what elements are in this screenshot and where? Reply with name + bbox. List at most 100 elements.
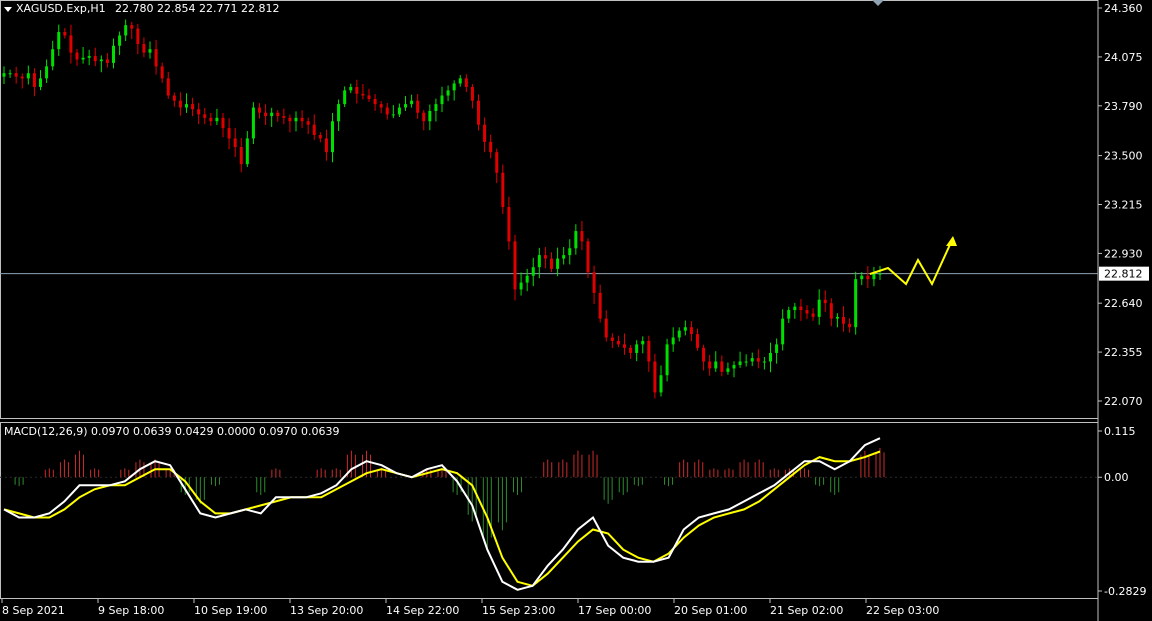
candle-body bbox=[300, 117, 304, 122]
candle-body bbox=[130, 25, 134, 29]
candle-body bbox=[738, 361, 742, 365]
candle-body bbox=[99, 59, 103, 62]
macd-tick-label: -0.2829 bbox=[1104, 585, 1146, 598]
candle-body bbox=[270, 112, 274, 117]
price-tick-label: 23.215 bbox=[1104, 199, 1143, 212]
price-tick-label: 24.360 bbox=[1104, 2, 1143, 15]
candle-body bbox=[373, 98, 377, 105]
candle-body bbox=[397, 107, 401, 115]
candle-body bbox=[45, 66, 49, 79]
candle-body bbox=[452, 83, 456, 91]
candle-body bbox=[172, 95, 176, 101]
time-tick-label: 10 Sep 19:00 bbox=[194, 604, 267, 617]
candle-body bbox=[781, 318, 785, 345]
ohlc-values: 22.780 22.854 22.771 22.812 bbox=[115, 2, 280, 15]
candle-body bbox=[422, 112, 426, 122]
candle-body bbox=[537, 255, 541, 268]
symbol-label: XAGUSD.Exp,H1 bbox=[16, 2, 106, 15]
candle-body bbox=[343, 90, 347, 105]
candle-body bbox=[842, 316, 845, 324]
candle-body bbox=[525, 275, 529, 283]
candle-body bbox=[860, 275, 864, 280]
candle-body bbox=[361, 93, 365, 96]
candle-body bbox=[166, 78, 170, 96]
time-tick-label: 14 Sep 22:00 bbox=[386, 604, 459, 617]
candle-body bbox=[580, 231, 584, 242]
candle-body bbox=[197, 109, 201, 115]
candle-body bbox=[434, 104, 438, 111]
candle-body bbox=[592, 272, 596, 293]
candle-body bbox=[458, 78, 462, 84]
candle-body bbox=[665, 344, 669, 376]
candle-body bbox=[57, 32, 61, 50]
candle-body bbox=[732, 364, 736, 369]
candle-body bbox=[629, 347, 633, 353]
candle-body bbox=[489, 141, 493, 153]
candle-body bbox=[562, 255, 566, 259]
collapse-triangle-icon[interactable] bbox=[4, 7, 12, 12]
candle-body bbox=[154, 49, 158, 67]
candle-body bbox=[720, 361, 724, 372]
candle-body bbox=[227, 128, 231, 139]
forecast-arrow-head bbox=[946, 236, 957, 246]
candle-body bbox=[507, 207, 511, 242]
candle-body bbox=[543, 255, 547, 259]
candle-body bbox=[464, 78, 468, 87]
candle-body bbox=[306, 121, 310, 125]
candle-body bbox=[799, 306, 803, 311]
candle-body bbox=[337, 104, 341, 122]
candle-body bbox=[787, 310, 791, 319]
candle-body bbox=[610, 337, 614, 341]
candle-body bbox=[51, 49, 55, 67]
candle-body bbox=[604, 318, 608, 338]
candle-body bbox=[251, 107, 255, 139]
candle-body bbox=[495, 152, 499, 173]
price-tick-label: 24.075 bbox=[1104, 51, 1143, 64]
candle-body bbox=[835, 316, 839, 319]
candle-body bbox=[586, 241, 590, 273]
candle-body bbox=[203, 114, 207, 118]
candle-body bbox=[87, 56, 91, 58]
candle-body bbox=[410, 100, 414, 105]
time-tick-label: 17 Sep 00:00 bbox=[578, 604, 651, 617]
candle-body bbox=[568, 248, 572, 256]
candle-body bbox=[221, 117, 225, 129]
candle-body bbox=[513, 241, 517, 290]
candle-body bbox=[185, 104, 188, 108]
candle-body bbox=[39, 78, 42, 87]
candle-body bbox=[531, 267, 535, 276]
candle-body bbox=[616, 340, 620, 345]
price-tick-label: 23.790 bbox=[1104, 100, 1143, 113]
candle-body bbox=[416, 100, 420, 113]
candle-body bbox=[32, 73, 36, 87]
candle-body bbox=[714, 361, 718, 369]
time-tick-label: 15 Sep 23:00 bbox=[482, 604, 555, 617]
candle-body bbox=[483, 124, 487, 142]
candle-body bbox=[550, 258, 553, 269]
candle-body bbox=[355, 86, 359, 94]
candle-body bbox=[282, 116, 286, 118]
candle-body bbox=[556, 258, 560, 269]
candle-body bbox=[136, 28, 140, 45]
macd-tick-label: 0.00 bbox=[1104, 471, 1129, 484]
chart-svg: 24.360 24.075 23.790 23.500 23.215 22.930 22.6… bbox=[0, 0, 1149, 621]
candle-body bbox=[683, 327, 687, 331]
candle-body bbox=[805, 310, 809, 314]
candle-body bbox=[93, 56, 97, 62]
candle-body bbox=[288, 117, 292, 122]
candle-body bbox=[26, 73, 30, 79]
candle-body bbox=[769, 352, 772, 362]
candle-body bbox=[160, 66, 164, 79]
candle-body bbox=[239, 147, 243, 165]
candle-body bbox=[215, 117, 219, 122]
candle-body bbox=[276, 112, 280, 117]
candle-body bbox=[574, 231, 578, 249]
candle-body bbox=[659, 375, 663, 393]
candle-body bbox=[318, 134, 322, 139]
candle-body bbox=[750, 358, 754, 362]
macd-indicator-label: MACD(12,26,9) 0.0970 0.0639 0.0429 0.000… bbox=[4, 425, 340, 438]
time-tick-label: 20 Sep 01:00 bbox=[674, 604, 747, 617]
candle-body bbox=[245, 138, 249, 165]
candle-body bbox=[647, 340, 651, 362]
candle-body bbox=[81, 57, 85, 60]
